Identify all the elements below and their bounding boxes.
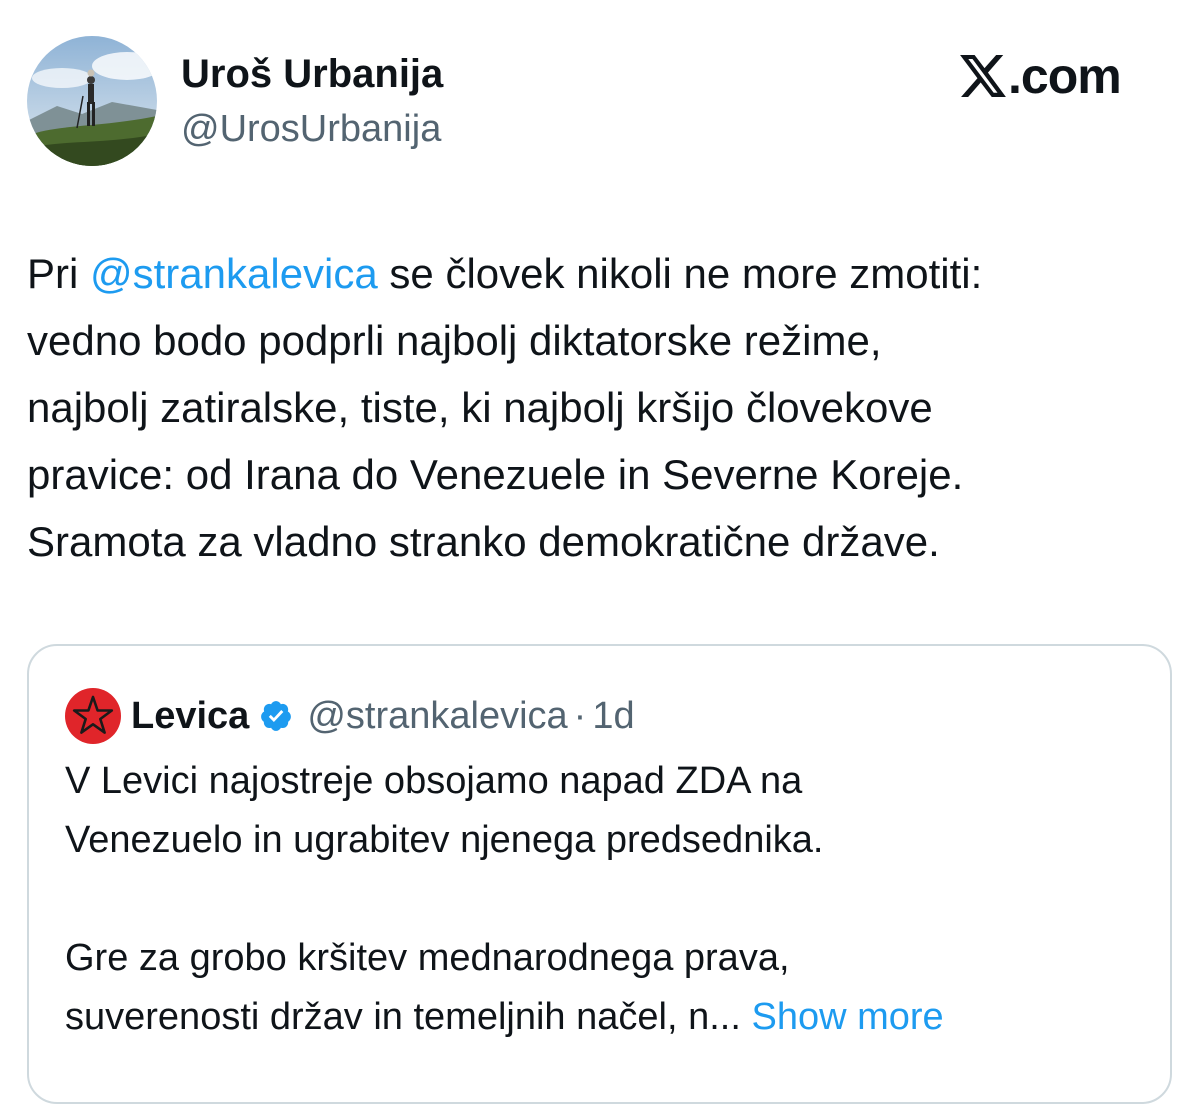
author-handle[interactable]: @UrosUrbanija [181,106,441,152]
author-avatar[interactable] [27,36,157,166]
quoted-tweet-text: V Levici najostreje obsojamo napad ZDA n… [65,752,1155,1047]
tweet-line: Pri @strankalevica se človek nikoli ne m… [27,240,1187,307]
tweet-line: vedno bodo podprli najbolj diktatorske r… [27,317,882,364]
quoted-tweet-blank-line [65,870,1155,929]
profile-photo-mountain-hiker [27,36,157,166]
tweet-line: pravice: od Irana do Venezuele in Severn… [27,451,964,498]
quoted-author-name[interactable]: Levica [131,695,249,738]
author-display-name[interactable]: Uroš Urbanija [181,50,443,98]
verified-badge-icon [259,699,293,733]
separator-dot: · [573,694,587,737]
quoted-tweet-time[interactable]: 1d [592,695,634,738]
tweet-text-fragment: Pri [27,250,90,297]
tweet-text: Pri @strankalevica se človek nikoli ne m… [27,240,1187,575]
quoted-tweet-card[interactable]: Levica @strankalevica · 1d V Levici najo… [27,644,1172,1104]
quoted-tweet-line: V Levici najostreje obsojamo napad ZDA n… [65,760,803,802]
tweet-text-fragment: se človek nikoli ne more zmotiti: [377,250,983,297]
x-logo-icon [960,55,1006,97]
brand-suffix: .com [1008,48,1122,104]
tweet-line: najbolj zatiralske, tiste, ki najbolj kr… [27,384,933,431]
quoted-author-avatar[interactable] [65,688,121,744]
show-more-link[interactable]: Show more [751,996,943,1038]
brand-watermark: .com [960,48,1122,104]
quoted-tweet-header: Levica @strankalevica · 1d [131,688,635,744]
tweet-line: Sramota za vladno stranko demokratične d… [27,518,940,565]
quoted-tweet-line: Gre za grobo kršitev mednarodnega prava, [65,937,790,979]
mention-link[interactable]: @strankalevica [90,250,378,297]
red-star-logo-icon [65,688,121,744]
quoted-tweet-line: suverenosti držav in temeljnih načel, n.… [65,988,1155,1047]
quoted-author-handle[interactable]: @strankalevica [307,695,567,738]
quoted-tweet-truncated-text: suverenosti držav in temeljnih načel, n.… [65,996,741,1038]
quoted-tweet-line: Venezuelo in ugrabitev njenega predsedni… [65,819,824,861]
